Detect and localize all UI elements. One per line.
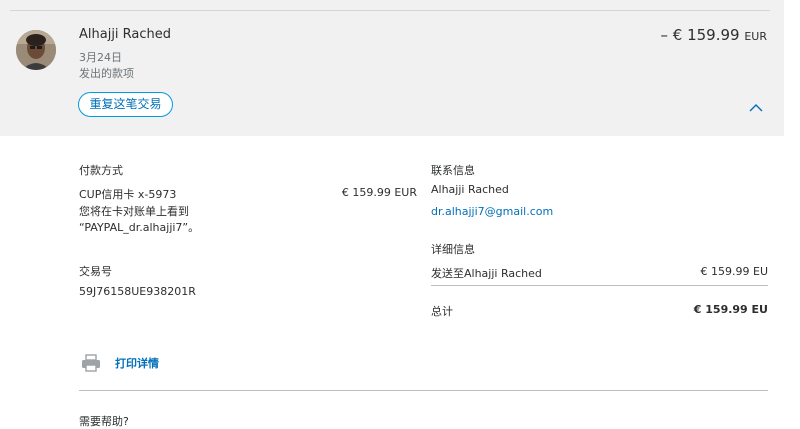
printer-icon — [82, 354, 100, 372]
contact-name: Alhajji Rached — [431, 183, 509, 196]
print-details-label: 打印详情 — [115, 357, 159, 370]
transaction-id-value: 59J76158UE938201R — [79, 285, 196, 298]
right-gutter — [784, 0, 800, 422]
avatar-image — [16, 30, 56, 70]
help-heading: 需要帮助? — [79, 415, 129, 428]
payment-method-card: CUP信用卡 x-5973 — [79, 188, 177, 201]
section-divider — [79, 390, 768, 391]
repeat-transaction-button[interactable]: 重复这笔交易 — [78, 92, 173, 117]
top-divider — [10, 10, 770, 11]
details-line-amount: € 159.99 EU — [700, 265, 768, 278]
counterparty-name: Alhajji Rached — [79, 27, 172, 42]
transaction-amount-value: – € 159.99 — [660, 26, 740, 44]
details-heading: 详细信息 — [431, 243, 475, 256]
transaction-type: 发出的款项 — [79, 67, 134, 80]
total-label: 总计 — [431, 305, 453, 318]
statement-note-line1: 您将在卡对账单上看到 — [79, 205, 189, 218]
avatar — [16, 30, 56, 70]
details-divider — [431, 285, 768, 286]
transaction-id-heading: 交易号 — [79, 265, 112, 278]
total-amount: € 159.99 EU — [693, 303, 768, 316]
transaction-date: 3月24日 — [79, 51, 122, 64]
details-line-label: 发送至Alhajji Rached — [431, 267, 542, 280]
payment-amount: € 159.99 EUR — [341, 186, 417, 199]
statement-note-line2: “PAYPAL_dr.alhajji7”。 — [79, 221, 200, 234]
payment-method-heading: 付款方式 — [79, 164, 123, 177]
contact-heading: 联系信息 — [431, 164, 475, 177]
transaction-currency: EUR — [744, 30, 767, 43]
print-details-button[interactable]: 打印详情 — [81, 353, 159, 373]
transaction-amount: – € 159.99 EUR — [660, 26, 767, 44]
contact-email-link[interactable]: dr.alhajji7@gmail.com — [431, 205, 553, 218]
chevron-up-icon[interactable] — [748, 100, 764, 116]
